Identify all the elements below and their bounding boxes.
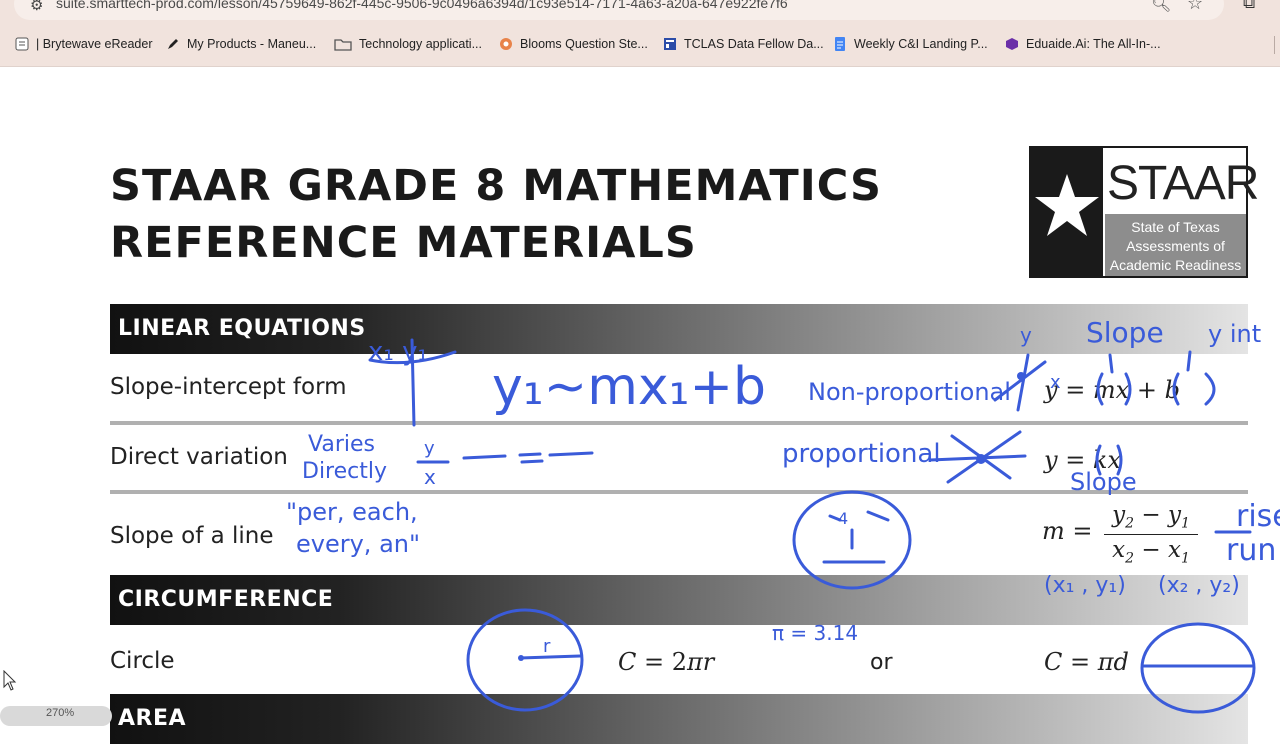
ink-y-over: y <box>424 438 435 459</box>
formula-direct-variation: y = kx <box>1044 446 1122 474</box>
section-title: LINEAR EQUATIONS <box>118 316 366 341</box>
ink-face-number: 4 <box>838 509 848 528</box>
bookmark-label: | Brytewave eReader <box>36 37 153 51</box>
bookmarks-separator <box>1274 36 1275 54</box>
formula-slope-fraction: y2 − y1 x2 − x1 <box>1104 502 1198 566</box>
section-title: AREA <box>118 706 187 731</box>
ink-dot <box>1017 372 1025 380</box>
ink-stroke <box>822 510 890 564</box>
extension-icon[interactable]: ⧉ <box>1243 0 1255 13</box>
logo-sub-2: Assessments of <box>1126 238 1225 254</box>
title-line-1: STAAR GRADE 8 MATHEMATICS <box>110 161 883 211</box>
bookmark-label: TCLAS Data Fellow Da... <box>684 37 824 51</box>
staar-logo: STAAR State of Texas Assessments of Acad… <box>1029 146 1259 278</box>
row-divider <box>110 421 1248 425</box>
section-circumference: CIRCUMFERENCE <box>110 575 1248 625</box>
ink-equation: y₁~mx₁+b <box>492 357 766 417</box>
blooms-icon <box>499 37 513 51</box>
bookmarks-bar: | Brytewave eReader My Products - Maneu.… <box>0 22 1280 67</box>
bookmark-star-icon[interactable]: ☆ <box>1187 0 1203 14</box>
ink-proportional: proportional <box>782 439 941 469</box>
section-linear-equations: LINEAR EQUATIONS <box>110 304 1248 354</box>
zoom-icon[interactable]: 🔍︎ <box>1151 0 1171 14</box>
site-info-icon[interactable]: ⚙ <box>30 0 43 14</box>
ink-r: r <box>543 636 551 657</box>
ink-run: run <box>1226 533 1276 568</box>
zoom-label: 270% <box>46 707 75 719</box>
star-icon <box>1035 174 1099 236</box>
ink-stroke <box>462 451 594 464</box>
or-text: or <box>870 650 893 675</box>
bookmark-blooms[interactable]: Blooms Question Ste... <box>499 34 648 54</box>
ink-stroke <box>518 654 582 660</box>
bookmark-label: Weekly C&I Landing P... <box>854 37 988 51</box>
row-slope-line: Slope of a line <box>110 523 274 549</box>
bookmark-label: My Products - Maneu... <box>187 37 317 51</box>
bookmark-label: Technology applicati... <box>359 37 482 51</box>
row-direct-variation: Direct variation <box>110 444 288 470</box>
ink-directly: Directly <box>302 459 387 484</box>
ink-varies: Varies <box>308 432 375 457</box>
eduaide-icon <box>1005 37 1019 51</box>
ereader-icon <box>15 37 29 51</box>
zoom-indicator[interactable]: 270% <box>0 706 112 726</box>
logo-wordmark: STAAR <box>1107 157 1259 210</box>
row-circle: Circle <box>110 648 175 674</box>
folder-icon <box>334 37 352 51</box>
bookmark-weekly[interactable]: Weekly C&I Landing P... <box>833 34 988 54</box>
formula-slope-m: m = <box>1042 517 1093 545</box>
ink-x-under: x <box>424 465 436 489</box>
bookmark-label: Blooms Question Ste... <box>520 37 648 51</box>
logo-sub-3: Academic Readiness <box>1109 257 1242 273</box>
ink-rise: rise <box>1236 499 1280 534</box>
bookmark-eduaide[interactable]: Eduaide.Ai: The All-In-... <box>1005 34 1161 54</box>
ink-stroke <box>1108 350 1192 374</box>
formula-circumference-diameter: C = πd <box>1044 648 1129 676</box>
ink-face <box>792 490 912 590</box>
bookmark-brytewave[interactable]: | Brytewave eReader <box>15 34 153 54</box>
bookmark-tclas[interactable]: TCLAS Data Fellow Da... <box>663 34 824 54</box>
ink-every-an: every, an" <box>296 530 420 558</box>
ink-non-proportional: Non-proportional <box>808 378 1011 406</box>
dashboard-icon <box>663 37 677 51</box>
row-divider <box>110 490 1248 494</box>
ink-dot <box>976 454 986 464</box>
logo-sub-1: State of Texas <box>1131 219 1220 235</box>
bookmark-my-products[interactable]: My Products - Maneu... <box>166 34 316 54</box>
address-bar-area: ⚙ suite.smarttech-prod.com/lesson/457596… <box>0 0 1280 22</box>
ink-stroke <box>993 353 1047 412</box>
bookmark-label: Eduaide.Ai: The All-In-... <box>1026 37 1161 51</box>
ink-dot <box>518 655 524 661</box>
row-slope-intercept: Slope-intercept form <box>110 374 347 400</box>
section-title: CIRCUMFERENCE <box>118 587 334 612</box>
doc-icon <box>833 37 847 51</box>
page-title: STAAR GRADE 8 MATHEMATICS REFERENCE MATE… <box>110 158 882 272</box>
ink-stroke <box>928 430 1027 484</box>
ink-stroke <box>1204 372 1216 406</box>
url-text[interactable]: suite.smarttech-prod.com/lesson/45759649… <box>56 0 788 11</box>
title-line-2: REFERENCE MATERIALS <box>110 218 697 268</box>
logo-subtitle: State of Texas Assessments of Academic R… <box>1105 218 1246 275</box>
formula-slope-intercept: y = mx + b <box>1044 376 1180 404</box>
bookmark-technology[interactable]: Technology applicati... <box>334 34 482 54</box>
mouse-cursor-icon <box>3 670 17 691</box>
pen-icon <box>166 37 180 51</box>
section-area: AREA <box>110 694 1248 744</box>
ink-per-each: "per, each, <box>286 498 418 526</box>
formula-circumference-radius: C = 2πr <box>618 648 715 676</box>
